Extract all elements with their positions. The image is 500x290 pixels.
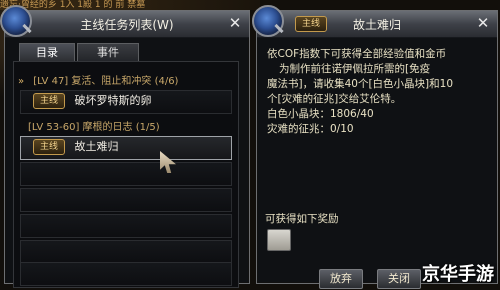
quest-row-empty [20, 240, 232, 264]
quest-detail-titlebar[interactable]: 主线 故土难归 ✕ [252, 5, 497, 38]
quest-group-header[interactable]: » [LV 47] 复活、阻止和冲突 (4/6) [18, 72, 178, 87]
quest-row[interactable]: 主线 破坏罗特斯的卵 [20, 90, 232, 114]
close-icon[interactable]: ✕ [475, 15, 491, 31]
abandon-button[interactable]: 放弃 [319, 269, 363, 289]
tab-events[interactable]: 事件 [77, 43, 139, 62]
close-icon[interactable]: ✕ [227, 15, 243, 31]
quest-detail-title: 故土难归 [352, 18, 401, 32]
main-quest-badge: 主线 [33, 93, 65, 109]
expand-arrow-icon: » [18, 76, 25, 87]
quest-row-empty [20, 188, 232, 212]
reward-label: 可获得如下奖励 [265, 213, 339, 225]
tab-catalog[interactable]: 目录 [19, 43, 75, 62]
quest-row-empty [20, 214, 232, 238]
quest-list-title: 主线任务列表(W) [80, 18, 174, 32]
game-hud-text: 遗忘·曾经的乡 1入 1殿 1 的 前 禁墓 [0, 0, 260, 10]
reward-item-icon[interactable] [267, 229, 291, 251]
quest-group-header[interactable]: [LV 53-60] 摩根的日志 (1/5) [28, 118, 160, 133]
quest-detail-window: 主线 故土难归 ✕ 依COF指数下可获得全部经验值和金币 为制作前往诺伊佩拉所需… [252, 5, 498, 289]
close-button[interactable]: 关闭 [377, 269, 421, 289]
quest-description: 依COF指数下可获得全部经验值和金币 为制作前往诺伊佩拉所需的[免疫 魔法书]，… [267, 48, 454, 135]
quest-list: » [LV 47] 复活、阻止和冲突 (4/6) 主线 破坏罗特斯的卵 [LV … [13, 61, 239, 288]
quest-list-window: 主线任务列表(W) ✕ 目录 事件 » [LV 47] 复活、阻止和冲突 (4/… [0, 5, 250, 288]
quest-row-empty [20, 162, 232, 186]
quest-entry: 主线 故土难归 [33, 138, 119, 156]
watermark: 京华手游 [422, 264, 494, 285]
quest-list-titlebar[interactable]: 主线任务列表(W) ✕ [0, 5, 249, 38]
quest-row-selected[interactable]: 主线 故土难归 [20, 136, 232, 160]
main-quest-badge: 主线 [33, 139, 65, 155]
quest-row-empty [20, 262, 232, 286]
quest-entry: 主线 破坏罗特斯的卵 [33, 92, 152, 110]
